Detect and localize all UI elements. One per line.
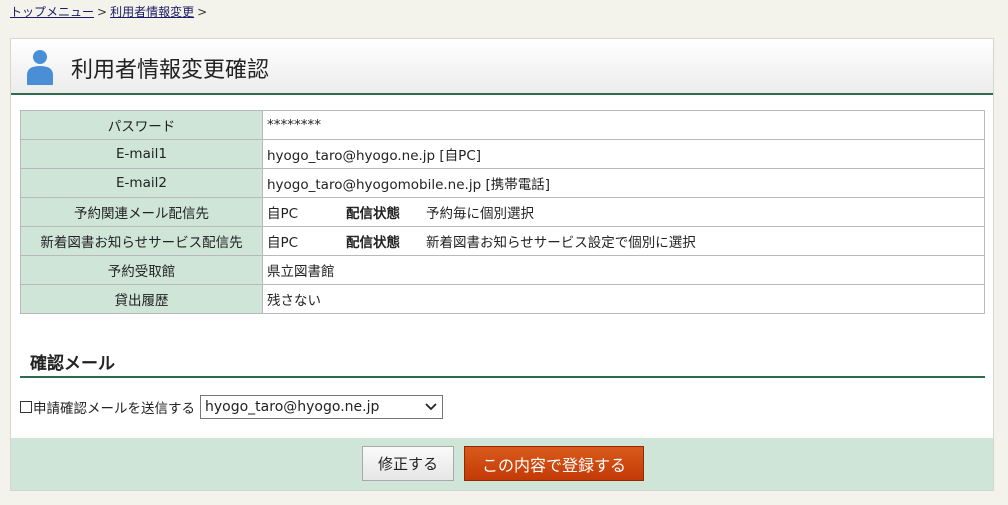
confirm-mail-row: 申請確認メールを送信する hyogo_taro@hyogo.ne.jp — [20, 394, 443, 420]
row-value-reservation-mail: 自PC 配信状態 予約毎に個別選択 — [262, 197, 985, 227]
breadcrumb: トップメニュー > 利用者情報変更 > — [10, 3, 210, 20]
row-label-new-books-mail: 新着図書お知らせサービス配信先 — [20, 226, 263, 256]
destination-value: 自PC — [267, 235, 299, 251]
row-value-password: ******** — [262, 110, 985, 140]
email-address-select[interactable]: hyogo_taro@hyogo.ne.jp — [200, 395, 443, 419]
table-row: 新着図書お知らせサービス配信先 自PC 配信状態 新着図書お知らせサービス設定で個別… — [20, 226, 985, 256]
panel-header: 利用者情報変更確認 — [11, 39, 993, 95]
chevron-down-icon — [425, 403, 437, 411]
page-title: 利用者情報変更確認 — [71, 58, 270, 83]
table-row: 予約関連メール配信先 自PC 配信状態 予約毎に個別選択 — [20, 197, 985, 227]
row-label-pickup-library: 予約受取館 — [20, 255, 263, 285]
row-value-loan-history: 残さない — [262, 284, 985, 314]
breadcrumb-link-top-menu[interactable]: トップメニュー — [10, 5, 94, 19]
modify-button[interactable]: 修正する — [362, 446, 454, 481]
row-value-new-books-mail: 自PC 配信状態 新着図書お知らせサービス設定で個別に選択 — [262, 226, 985, 256]
row-label-email2: E-mail2 — [20, 168, 263, 198]
row-label-email1: E-mail1 — [20, 139, 263, 169]
row-value-email1: hyogo_taro@hyogo.ne.jp [自PC] — [262, 139, 985, 169]
user-icon — [27, 50, 53, 85]
send-confirmation-label[interactable]: 申請確認メールを送信する — [33, 397, 195, 417]
selected-email: hyogo_taro@hyogo.ne.jp — [205, 399, 380, 415]
table-row: E-mail2 hyogo_taro@hyogomobile.ne.jp [携帯… — [20, 168, 985, 198]
user-info-table: パスワード ******** E-mail1 hyogo_taro@hyogo.… — [20, 110, 985, 314]
row-label-password: パスワード — [20, 110, 263, 140]
delivery-status-label: 配信状態 — [346, 235, 400, 251]
delivery-status-value: 予約毎に個別選択 — [426, 206, 534, 222]
confirm-mail-section-title: 確認メール — [20, 347, 985, 378]
section-heading: 確認メール — [30, 354, 115, 374]
row-label-reservation-mail: 予約関連メール配信先 — [20, 197, 263, 227]
row-label-loan-history: 貸出履歴 — [20, 284, 263, 314]
table-row: 貸出履歴 残さない — [20, 284, 985, 314]
row-value-pickup-library: 県立図書館 — [262, 255, 985, 285]
breadcrumb-separator: > — [197, 5, 208, 19]
delivery-status-label: 配信状態 — [346, 206, 400, 222]
main-panel: 利用者情報変更確認 パスワード ******** E-mail1 hyogo_t… — [10, 38, 994, 491]
row-value-email2: hyogo_taro@hyogomobile.ne.jp [携帯電話] — [262, 168, 985, 198]
action-footer: 修正する この内容で登録する — [11, 438, 993, 490]
send-confirmation-checkbox[interactable] — [20, 401, 32, 413]
breadcrumb-link-user-info[interactable]: 利用者情報変更 — [110, 5, 194, 19]
destination-value: 自PC — [267, 206, 299, 222]
delivery-status-value: 新着図書お知らせサービス設定で個別に選択 — [426, 235, 696, 251]
table-row: E-mail1 hyogo_taro@hyogo.ne.jp [自PC] — [20, 139, 985, 169]
table-row: パスワード ******** — [20, 110, 985, 140]
breadcrumb-separator: > — [97, 5, 108, 19]
table-row: 予約受取館 県立図書館 — [20, 255, 985, 285]
register-button[interactable]: この内容で登録する — [464, 446, 644, 481]
